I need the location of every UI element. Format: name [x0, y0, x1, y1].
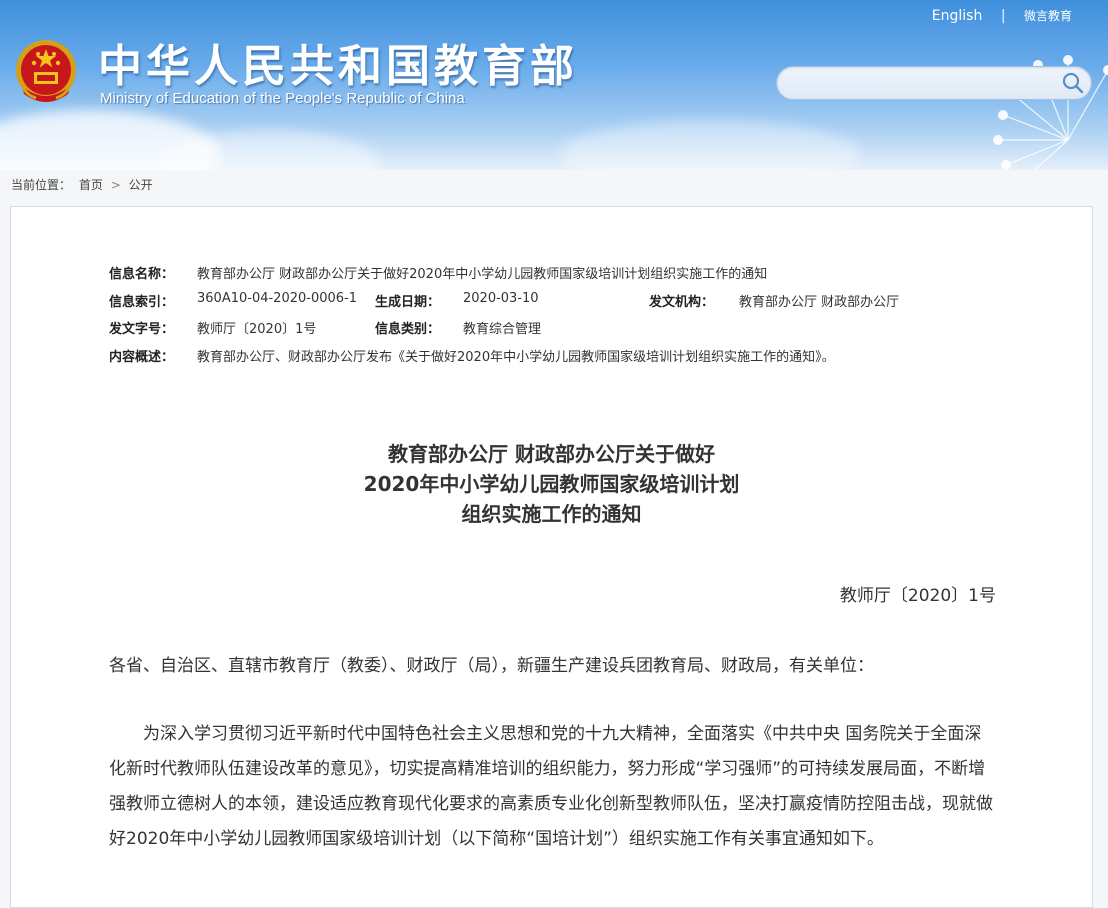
meta-org-label: 发文机构：: [649, 294, 715, 310]
article-title-line: 2020年中小学幼儿园教师国家级培训计划: [363, 472, 740, 496]
link-separator: |: [1000, 8, 1006, 24]
meta-name-value: 教育部办公厅 财政部办公厅关于做好2020年中小学幼儿园教师国家级培训计划组织实…: [197, 267, 768, 282]
document-number: 教师厅〔2020〕1号: [839, 586, 996, 606]
article-title-line: 教育部办公厅 财政部办公厅关于做好: [388, 442, 715, 466]
search-icon[interactable]: [1061, 71, 1085, 95]
site-header: 中华人民共和国教育部 Ministry of Education of the …: [0, 0, 1108, 170]
meta-index-value: 360A10-04-2020-0006-1: [197, 290, 357, 306]
meta-date-label: 生成日期：: [375, 294, 441, 310]
meta-org-value: 教育部办公厅 财政部办公厅: [739, 294, 900, 310]
meta-category-value: 教育综合管理: [463, 322, 542, 337]
info-table: 信息名称： 教育部办公厅 财政部办公厅关于做好2020年中小学幼儿园教师国家级培…: [109, 263, 1009, 373]
national-emblem-icon: [16, 40, 76, 102]
site-title-cn: 中华人民共和国教育部: [98, 41, 578, 92]
article-paragraph: 为深入学习贯彻习近平新时代中国特色社会主义思想和党的十九大精神，全面落实《中共中…: [109, 724, 993, 849]
search-box: [776, 66, 1092, 100]
english-link[interactable]: English: [932, 8, 983, 24]
article-title: 教育部办公厅 财政部办公厅关于做好 2020年中小学幼儿园教师国家级培训计划 组…: [11, 439, 1092, 529]
meta-docno-value: 教师厅〔2020〕1号: [197, 322, 317, 337]
meta-summary-label: 内容概述：: [109, 349, 175, 365]
breadcrumb-prefix: 当前位置：: [11, 178, 72, 192]
meta-summary-value: 教育部办公厅、财政部办公厅发布《关于做好2020年中小学幼儿园教师国家级培训计划…: [197, 349, 835, 365]
breadcrumb-home[interactable]: 首页: [79, 178, 103, 192]
breadcrumb-arrow-icon: >: [110, 178, 121, 192]
cloud-decoration: [560, 120, 860, 170]
meta-name-label: 信息名称：: [109, 267, 175, 282]
article-panel: 信息名称： 教育部办公厅 财政部办公厅关于做好2020年中小学幼儿园教师国家级培…: [10, 206, 1093, 908]
meta-docno-label: 发文字号：: [109, 322, 175, 337]
breadcrumb-current[interactable]: 公开: [129, 178, 153, 192]
meta-date-value: 2020-03-10: [463, 290, 539, 306]
meta-category-label: 信息类别：: [375, 322, 441, 337]
search-input[interactable]: [789, 72, 1053, 96]
breadcrumb: 当前位置： 首页 > 公开: [11, 176, 157, 193]
top-links: English | 微言教育: [932, 7, 1072, 24]
site-title-en: Ministry of Education of the People's Re…: [100, 90, 465, 107]
meta-index-label: 信息索引：: [109, 294, 175, 310]
addressee: 各省、自治区、直辖市教育厅（教委）、财政厅（局），新疆生产建设兵团教育局、财政局…: [109, 656, 874, 676]
article-title-line: 组织实施工作的通知: [461, 502, 642, 526]
weixin-link[interactable]: 微言教育: [1024, 7, 1072, 24]
